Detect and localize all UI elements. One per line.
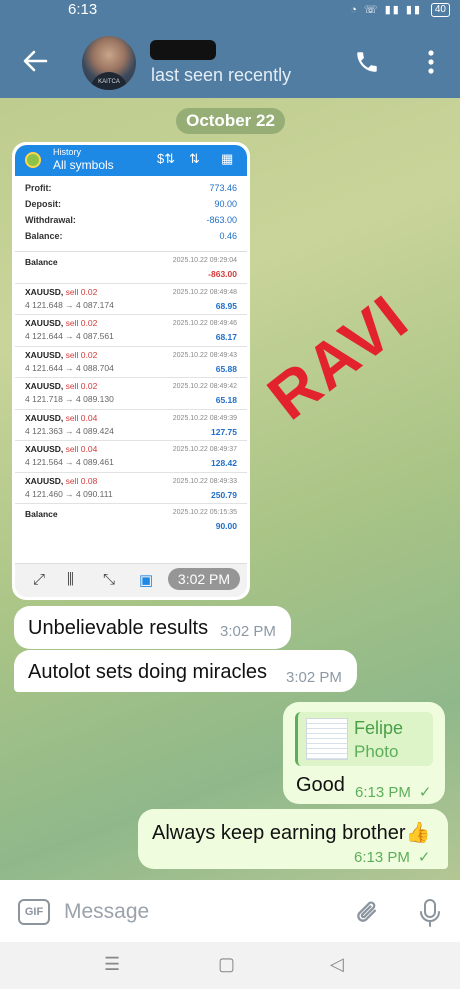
message-time: 3:02 PM (286, 669, 342, 686)
summary-block: Profit: 773.46 Deposit: 90.00 Withdrawal: -… (15, 176, 247, 246)
status-bar: 6:13 ◔ ☏ ▮▮ ▮▮ 40 (0, 0, 460, 22)
summary-row: Withdrawal: -863.00 (25, 215, 237, 225)
chat-header: KAITCA last seen recently (0, 22, 460, 98)
last-seen-status: last seen recently (151, 65, 292, 85)
history-icon: ▣ (139, 572, 154, 589)
incoming-message[interactable]: Autolot sets doing miracles 3:02 PM (14, 650, 357, 692)
table-row: XAUUSD, sell 0.02 4 121.644 → 4 087.561 … (15, 315, 247, 347)
contact-name-redacted[interactable] (150, 40, 216, 60)
recents-icon[interactable]: ☰ (104, 954, 120, 975)
message-text: Always keep earning brother👍 (152, 822, 431, 844)
sort-icon: ⇅ (189, 151, 200, 166)
home-icon[interactable]: ▢ (218, 954, 235, 975)
table-row: Balance 2025.10.22 09:29:04 -863.00 (15, 252, 247, 284)
paperclip-icon[interactable] (354, 898, 382, 928)
check-icon: ✓ (417, 849, 431, 866)
reply-thumbnail (306, 718, 348, 760)
message-time: 6:13 PM ✓ (354, 849, 431, 866)
screenshot-title: All symbols (53, 158, 114, 172)
app-logo-icon (25, 152, 41, 168)
incoming-message[interactable]: Unbelievable results 3:02 PM (14, 606, 291, 649)
reply-name: Felipe (354, 718, 404, 738)
table-row: Balance 2025.10.22 05:15:35 90.00 (25, 509, 237, 531)
back-arrow-icon[interactable] (22, 48, 48, 74)
photo-message[interactable]: History All symbols $⇅ ⇅ ▦ Profit: 773.46… (12, 142, 250, 600)
watermark: RAVI (254, 280, 422, 434)
reply-type: Photo (354, 742, 399, 761)
reply-quote[interactable]: Felipe Photo (295, 712, 433, 766)
phone-icon[interactable] (354, 49, 380, 75)
screenshot-header: History All symbols $⇅ ⇅ ▦ (15, 145, 247, 176)
chart-icon: ⤡ (103, 571, 116, 588)
outgoing-message[interactable]: Always keep earning brother👍 6:13 PM ✓ (138, 809, 448, 869)
table-row: XAUUSD, sell 0.04 4 121.564 → 4 089.461 … (15, 441, 247, 473)
avatar[interactable]: KAITCA (82, 36, 136, 90)
trading-history-screenshot: History All symbols $⇅ ⇅ ▦ Profit: 773.46… (15, 145, 247, 597)
signal-icons: ◔ ☏ ▮▮ ▮▮ (350, 4, 422, 16)
message-text: Autolot sets doing miracles (28, 661, 268, 683)
table-row: XAUUSD, sell 0.02 4 121.644 → 4 088.704 … (15, 347, 247, 378)
message-text: Unbelievable results (28, 617, 209, 639)
screenshot-subtitle: History (53, 147, 82, 157)
message-time: 6:13 PM ✓ (355, 784, 432, 801)
dollar-sort-icon: $⇅ (157, 151, 176, 166)
table-row: XAUUSD, sell 0.04 4 121.363 → 4 089.424 … (15, 410, 247, 441)
check-icon: ✓ (418, 784, 432, 801)
message-text: Good (296, 774, 345, 796)
photo-time: 3:02 PM (168, 568, 240, 590)
summary-row: Balance: 0.46 (25, 231, 237, 241)
message-input[interactable]: Message (64, 900, 149, 924)
message-time: 3:02 PM (220, 623, 276, 640)
trade-icon: ⤢ (33, 571, 46, 588)
message-input-bar: GIF Message (0, 880, 460, 942)
date-separator: October 22 (176, 108, 285, 134)
status-time: 6:13 (68, 1, 98, 18)
back-nav-icon[interactable]: ◁ (330, 954, 344, 975)
outgoing-message[interactable]: Felipe Photo Good 6:13 PM ✓ (283, 702, 445, 804)
table-row: XAUUSD, sell 0.02 4 121.718 → 4 089.130 … (15, 378, 247, 410)
table-row: XAUUSD, sell 0.02 4 121.648 → 4 087.174 … (15, 284, 247, 315)
more-icon[interactable] (428, 50, 434, 74)
summary-row: Profit: 773.46 (25, 183, 237, 193)
system-nav-bar: ☰ ▢ ◁ (0, 942, 460, 989)
table-row: XAUUSD, sell 0.08 4 121.460 → 4 090.111 … (15, 473, 247, 504)
mic-icon[interactable] (418, 898, 442, 928)
gif-button[interactable]: GIF (18, 899, 50, 925)
summary-row: Deposit: 90.00 (25, 199, 237, 209)
battery-icon: 40 (430, 3, 450, 17)
candles-icon: ⫼ (67, 571, 74, 588)
calendar-icon: ▦ (221, 151, 234, 166)
